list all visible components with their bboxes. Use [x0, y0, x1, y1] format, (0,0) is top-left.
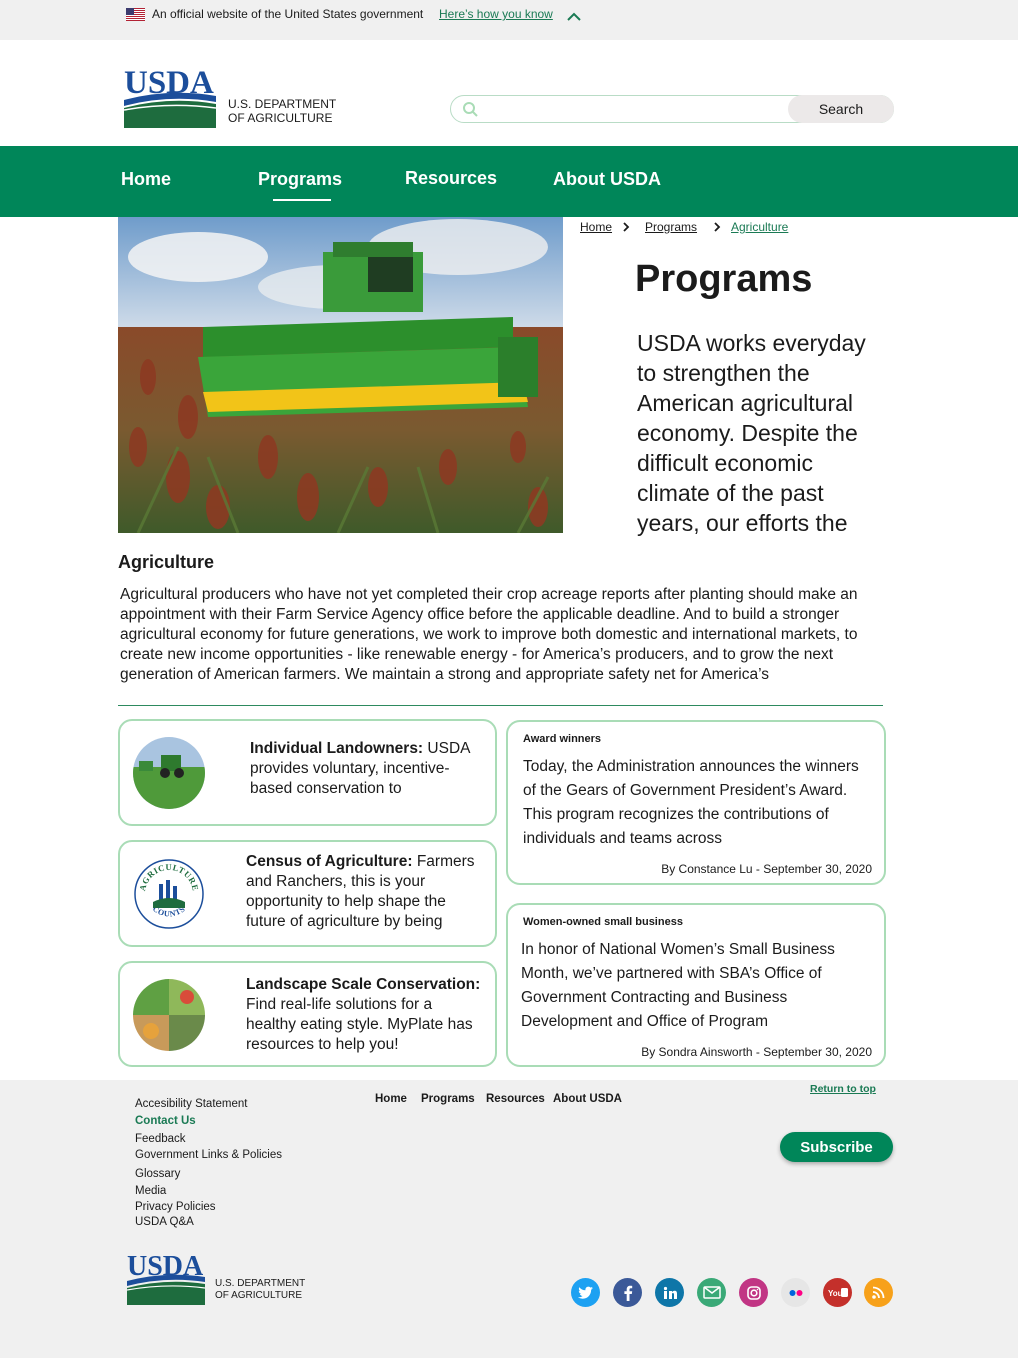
main-nav: Home Programs Resources About USDA [0, 146, 1018, 217]
search-icon [463, 102, 478, 117]
footer-link-accessibility[interactable]: Accesibility Statement [135, 1098, 248, 1110]
footer-dept-line-1: U.S. DEPARTMENT [215, 1278, 306, 1289]
facebook-icon[interactable] [613, 1278, 642, 1307]
chevron-up-icon[interactable] [566, 10, 582, 22]
footer-link-privacy[interactable]: Privacy Policies [135, 1201, 216, 1213]
active-nav-indicator [273, 199, 331, 201]
news-card-women-business[interactable]: Women-owned small business In honor of N… [506, 903, 886, 1067]
program-card-census-text: Census of Agriculture: Farmers and Ranch… [246, 852, 486, 934]
news-tag: Award winners [523, 733, 602, 745]
breadcrumb-programs[interactable]: Programs [645, 220, 697, 234]
rss-icon[interactable] [864, 1278, 893, 1307]
breadcrumb-home[interactable]: Home [580, 220, 612, 234]
intro-text: USDA works everyday to strengthen the Am… [637, 330, 866, 536]
news-body: Today, the Administration announces the … [523, 758, 859, 847]
news-tag: Women-owned small business [523, 916, 683, 928]
combine-harvester-photo [118, 217, 563, 533]
footer-dept-line-2: OF AGRICULTURE [215, 1290, 303, 1301]
program-card-census[interactable]: AGRICULTURE COUNTS Census of Agriculture… [118, 840, 497, 947]
usda-logo[interactable]: USDA [124, 66, 216, 128]
agriculture-counts-logo: AGRICULTURE COUNTS [133, 858, 205, 930]
news-card-award[interactable]: Award winners Today, the Administration … [506, 720, 886, 885]
program-title: Landscape Scale Conservation: [246, 976, 481, 993]
program-title: Census of Agriculture: [246, 853, 413, 870]
program-description: Find real-life solutions for a healthy e… [246, 996, 473, 1053]
breadcrumb-agriculture[interactable]: Agriculture [731, 220, 788, 234]
flickr-icon[interactable] [781, 1278, 810, 1307]
page-title: Programs [635, 258, 813, 300]
landscape-collage-photo [133, 979, 205, 1051]
dept-line-1: U.S. DEPARTMENT [228, 97, 337, 111]
footer-link-glossary[interactable]: Glossary [135, 1168, 180, 1180]
search-button[interactable]: Search [788, 95, 894, 123]
program-title: Individual Landowners: [250, 740, 424, 757]
linkedin-icon[interactable] [655, 1278, 684, 1307]
section-heading: Agriculture [118, 552, 215, 572]
search-input[interactable] [485, 99, 785, 119]
twitter-icon[interactable] [571, 1278, 600, 1307]
news-byline: By Sondra Ainsworth - September 30, 2020 [641, 1045, 872, 1059]
program-card-landowners[interactable]: Individual Landowners: USDA provides vol… [118, 719, 497, 826]
nav-programs[interactable]: Programs [258, 169, 342, 190]
svg-text:You: You [828, 1289, 843, 1298]
section-body: Agricultural producers who have not yet … [120, 586, 858, 683]
nav-resources[interactable]: Resources [405, 168, 497, 189]
site-footer: Accesibility Statement Contact Us Feedba… [0, 1080, 1018, 1358]
footer-link-gov-links[interactable]: Government Links & Policies [135, 1149, 282, 1161]
footer-nav-about[interactable]: About USDA [553, 1093, 622, 1105]
footer-nav-home[interactable]: Home [375, 1093, 407, 1105]
chevron-right-icon [623, 222, 630, 232]
footer-link-qa[interactable]: USDA Q&A [135, 1216, 194, 1228]
dept-line-2: OF AGRICULTURE [228, 111, 333, 125]
chevron-right-icon [714, 222, 721, 232]
return-to-top-link[interactable]: Return to top [810, 1083, 876, 1095]
how-you-know-link[interactable]: Here’s how you know [439, 7, 553, 21]
nav-about-usda[interactable]: About USDA [553, 169, 661, 190]
subscribe-button[interactable]: Subscribe [780, 1132, 893, 1162]
footer-nav-resources[interactable]: Resources [486, 1093, 545, 1105]
program-card-landscape[interactable]: Landscape Scale Conservation: Find real-… [118, 961, 497, 1067]
news-byline: By Constance Lu - September 30, 2020 [661, 862, 872, 876]
instagram-icon[interactable] [739, 1278, 768, 1307]
footer-nav-programs[interactable]: Programs [421, 1093, 475, 1105]
department-name: U.S. DEPARTMENT OF AGRICULTURE [228, 97, 336, 125]
email-icon[interactable] [697, 1278, 726, 1307]
footer-link-contact[interactable]: Contact Us [135, 1115, 196, 1127]
nav-home[interactable]: Home [121, 169, 171, 190]
youtube-icon[interactable]: You [823, 1278, 852, 1307]
gov-banner: An official website of the United States… [0, 0, 1018, 40]
program-card-landowners-text: Individual Landowners: USDA provides vol… [250, 739, 486, 819]
news-body: In honor of National Women’s Small Busin… [521, 941, 835, 1030]
program-card-landscape-text: Landscape Scale Conservation: Find real-… [246, 975, 486, 1057]
usda-footer-logo[interactable]: USDA [127, 1252, 205, 1305]
footer-link-media[interactable]: Media [135, 1185, 166, 1197]
section-divider [118, 705, 883, 706]
landowner-tractor-photo [133, 737, 205, 809]
footer-department-name: U.S. DEPARTMENT OF AGRICULTURE [215, 1278, 305, 1302]
gov-banner-text: An official website of the United States… [152, 7, 424, 21]
site-header: USDA U.S. DEPARTMENT OF AGRICULTURE Sear… [0, 40, 1018, 146]
footer-link-feedback[interactable]: Feedback [135, 1133, 186, 1145]
us-flag-icon [126, 8, 145, 21]
